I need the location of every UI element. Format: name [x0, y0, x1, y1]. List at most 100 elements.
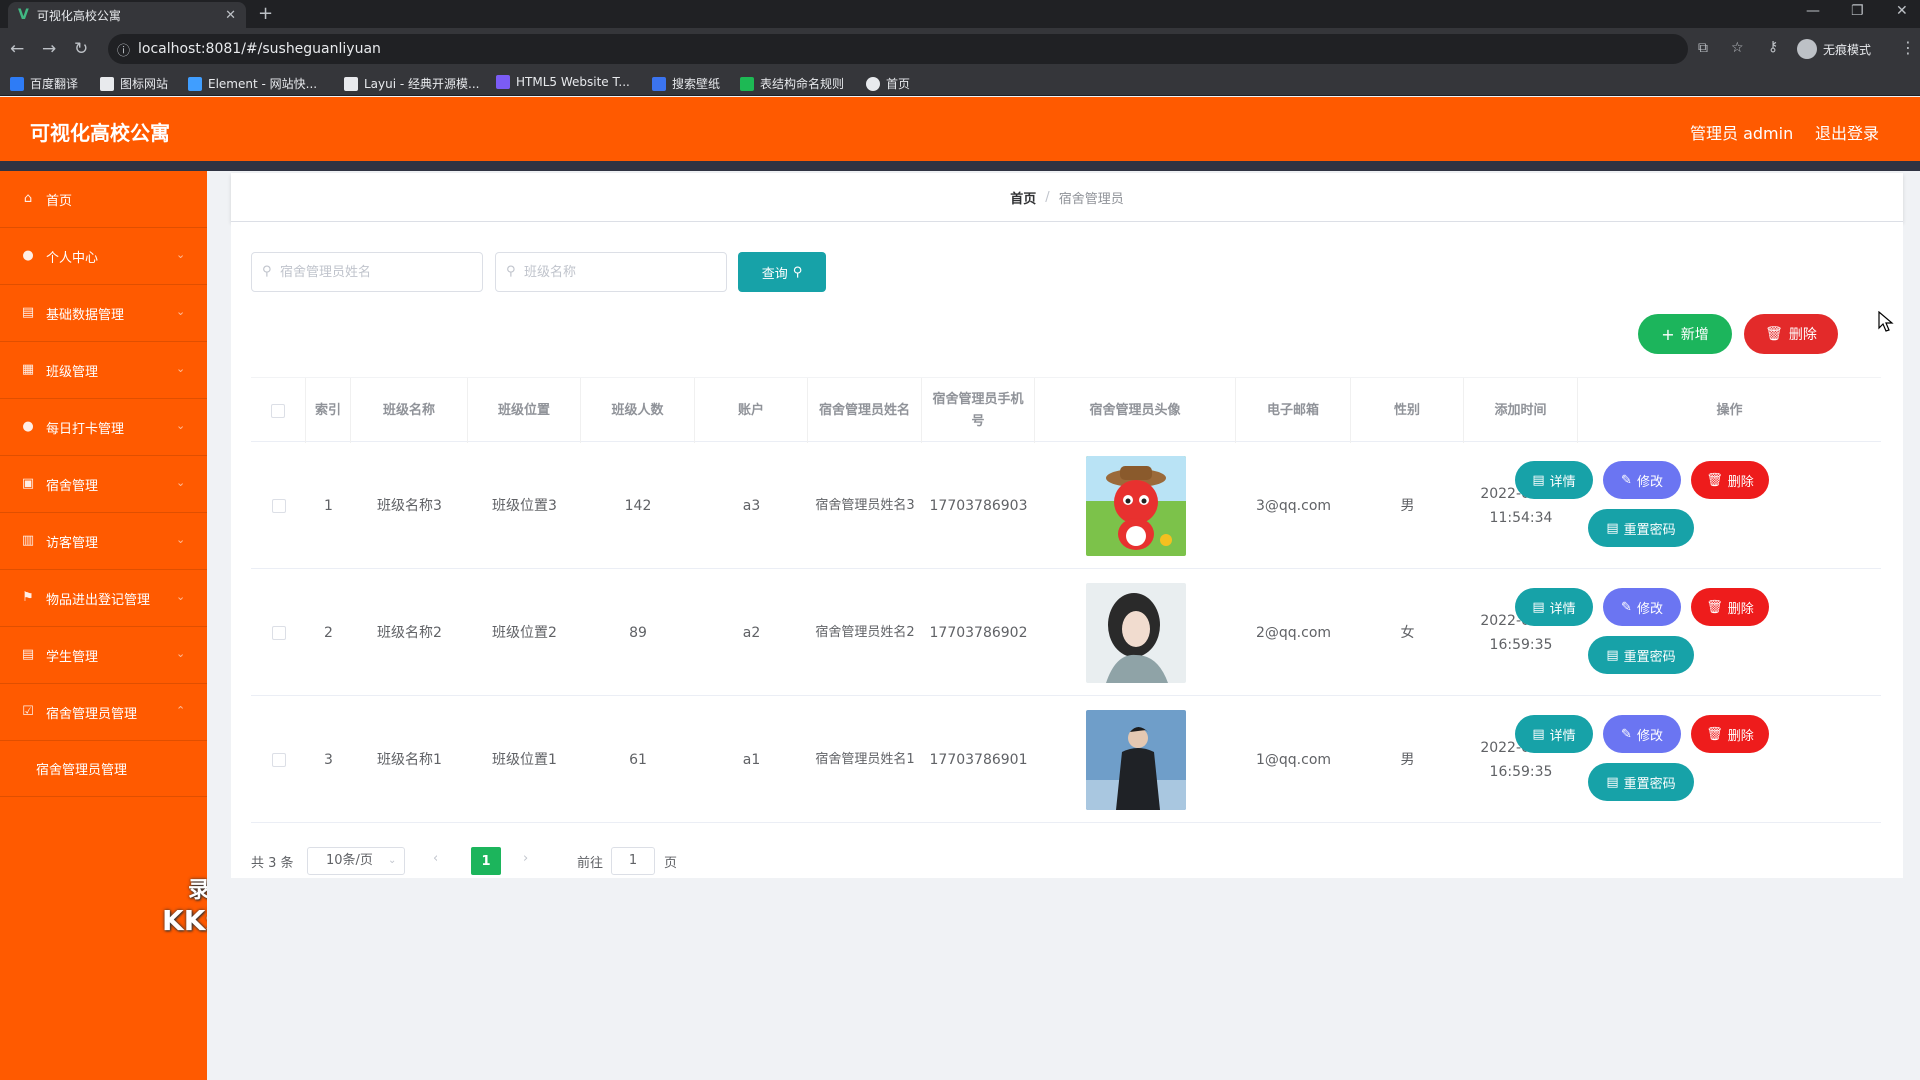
url-field[interactable]: ⓘ localhost:8081/#/susheguanliyuan ⧉ ☆ [108, 34, 1744, 64]
search-icon: ⚲ [262, 264, 272, 279]
close-tab-icon[interactable]: ✕ [225, 8, 236, 23]
bookmark-favicon-icon [866, 76, 880, 91]
sidebar-item-checkin[interactable]: ● 每日打卡管理 ⌄ [0, 399, 207, 456]
student-icon: ▤ [21, 647, 35, 662]
page-size-select[interactable]: 10条/页 ⌄ [307, 847, 405, 875]
chevron-down-icon: ⌄ [176, 647, 186, 660]
delete-button[interactable]: 🗑 删除 [1691, 715, 1769, 753]
sidebar-item-class[interactable]: ▦ 班级管理 ⌄ [0, 342, 207, 399]
browser-menu-icon[interactable]: ⋮ [1900, 38, 1916, 57]
header-divider [0, 161, 1920, 171]
batch-delete-button[interactable]: 🗑 删除 [1744, 314, 1838, 354]
checkin-icon: ● [22, 419, 34, 434]
bookmark-item[interactable]: 百度翻译 [10, 75, 78, 92]
page-number-active[interactable]: 1 [471, 847, 501, 875]
reset-password-button[interactable]: ▤ 重置密码 [1588, 763, 1694, 801]
document-icon: ▤ [1606, 774, 1619, 790]
delete-button[interactable]: 🗑 删除 [1691, 461, 1769, 499]
cell-gender: 男 [1400, 751, 1415, 768]
goto-label: 前往 [577, 856, 604, 871]
edit-button[interactable]: ✎ 修改 [1603, 715, 1681, 753]
sidebar-item-base-data[interactable]: ▤ 基础数据管理 ⌄ [0, 285, 207, 342]
col-header: 索引 [306, 378, 351, 443]
select-all-checkbox[interactable] [271, 403, 285, 418]
manager-name-input[interactable] [280, 261, 476, 283]
forward-icon[interactable]: → [42, 39, 56, 59]
delete-button[interactable]: 🗑 删除 [1691, 588, 1769, 626]
bookmark-item[interactable]: 搜索壁纸 [652, 75, 720, 92]
sidebar-item-manager[interactable]: ☑ 宿舍管理员管理 ⌃ [0, 684, 207, 741]
reset-password-button[interactable]: ▤ 重置密码 [1588, 636, 1694, 674]
sidebar-item-profile[interactable]: ● 个人中心 ⌄ [0, 228, 207, 285]
detail-button[interactable]: ▤ 详情 [1515, 588, 1593, 626]
bookmark-item[interactable]: HTML5 Website T... [496, 75, 630, 89]
cell-account: a2 [742, 624, 761, 641]
row-checkbox[interactable] [271, 625, 286, 640]
document-icon: ▤ [1606, 520, 1619, 536]
window-close-icon[interactable]: ✕ [1896, 3, 1908, 19]
select-all-cell [251, 378, 306, 443]
table-row: 1 班级名称3 班级位置3 142 a3 宿舍管理员姓名3 1770378690… [251, 442, 1881, 569]
sidebar-item-home[interactable]: ⌂ 首页 [0, 171, 207, 228]
col-header: 账户 [695, 378, 808, 443]
bookmark-item[interactable]: 图标网站 [100, 75, 168, 92]
restore-icon[interactable]: ❐ [1851, 3, 1864, 19]
col-header: 班级人数 [581, 378, 695, 443]
bookmark-item[interactable]: Layui - 经典开源模... [344, 75, 479, 92]
browser-tab[interactable]: V 可视化高校公寓 ✕ [8, 2, 246, 28]
bookmark-star-icon[interactable]: ☆ [1731, 40, 1744, 56]
class-name-search[interactable]: ⚲ [495, 252, 727, 292]
edit-button[interactable]: ✎ 修改 [1603, 461, 1681, 499]
plus-icon: + [1661, 324, 1675, 344]
sidebar-item-goods[interactable]: ⚑ 物品进出登记管理 ⌄ [0, 570, 207, 627]
reset-password-button[interactable]: ▤ 重置密码 [1588, 509, 1694, 547]
sidebar-item-dorm[interactable]: ▣ 宿舍管理 ⌄ [0, 456, 207, 513]
bookmark-item[interactable]: Element - 网站快... [188, 75, 317, 92]
vue-favicon-icon: V [18, 7, 29, 23]
portrait-avatar-icon [1085, 582, 1186, 683]
portrait-avatar-icon [1085, 709, 1186, 810]
sidebar-item-student[interactable]: ▤ 学生管理 ⌄ [0, 627, 207, 684]
goto-page-input[interactable]: 1 [611, 847, 655, 875]
bookmark-item[interactable]: 表结构命名规则 [740, 75, 844, 92]
bookmark-favicon-icon [740, 76, 754, 91]
bookmark-favicon-icon [496, 75, 510, 89]
breadcrumb-home[interactable]: 首页 [1010, 188, 1036, 207]
chevron-down-icon: ⌄ [176, 419, 186, 432]
translate-icon[interactable]: ⧉ [1698, 40, 1708, 56]
page-suffix-label: 页 [664, 856, 678, 871]
back-icon[interactable]: ← [10, 39, 24, 59]
bookmark-favicon-icon [100, 76, 114, 91]
next-page-icon[interactable]: › [523, 851, 528, 866]
logout-link[interactable]: 退出登录 [1815, 120, 1879, 144]
bookmark-item[interactable]: 首页 [866, 75, 910, 92]
col-header: 班级名称 [351, 378, 468, 443]
edit-button[interactable]: ✎ 修改 [1603, 588, 1681, 626]
flag-icon: ⚑ [22, 590, 34, 605]
bookmark-favicon-icon [652, 76, 666, 91]
cell-index: 3 [324, 751, 333, 768]
site-info-icon[interactable]: ⓘ [117, 40, 130, 59]
document-icon: ▤ [1532, 599, 1545, 615]
manager-name-search[interactable]: ⚲ [251, 252, 483, 292]
sidebar-item-visitor[interactable]: ▥ 访客管理 ⌄ [0, 513, 207, 570]
col-header: 班级位置 [468, 378, 581, 443]
detail-button[interactable]: ▤ 详情 [1515, 461, 1593, 499]
row-actions: ▤ 详情 ✎ 修改 🗑 删除 ▤ 重置密码 [1515, 442, 1769, 569]
key-icon[interactable]: ⚷ [1768, 39, 1778, 55]
prev-page-icon[interactable]: ‹ [433, 851, 438, 866]
incognito-profile[interactable]: 无痕模式 [1797, 39, 1871, 59]
main-area: 首页 / 宿舍管理员 ⚲ ⚲ 查询 ⚲ + 新增 🗑 删除 索引 [207, 171, 1920, 1080]
query-button[interactable]: 查询 ⚲ [738, 252, 826, 292]
row-checkbox[interactable] [271, 498, 286, 513]
chevron-down-icon: ⌄ [176, 590, 186, 603]
row-checkbox[interactable] [271, 752, 286, 767]
detail-button[interactable]: ▤ 详情 [1515, 715, 1593, 753]
reload-icon[interactable]: ↻ [74, 39, 88, 59]
cell-email: 1@qq.com [1255, 751, 1332, 768]
add-button[interactable]: + 新增 [1638, 314, 1732, 354]
sidebar-subitem-manager[interactable]: 宿舍管理员管理 [0, 741, 207, 797]
class-name-input[interactable] [524, 261, 720, 283]
minimize-icon[interactable]: — [1806, 3, 1820, 19]
new-tab-icon[interactable]: + [258, 3, 273, 24]
